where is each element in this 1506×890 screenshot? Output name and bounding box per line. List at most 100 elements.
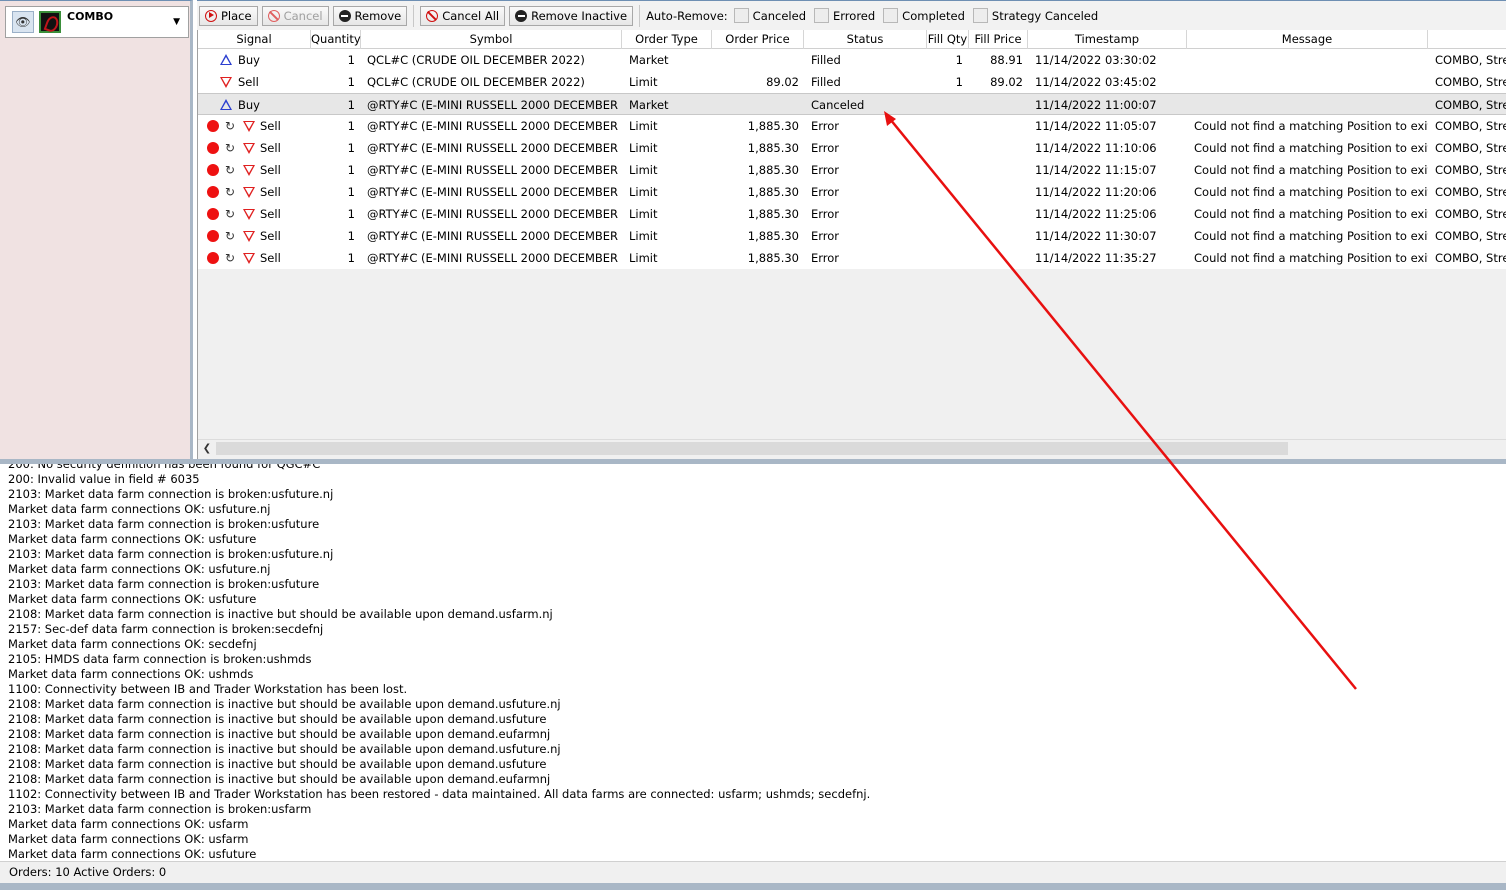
horizontal-scrollbar[interactable]: ❮ <box>198 439 1506 457</box>
cell-extra: COMBO, Strea <box>1435 119 1506 133</box>
cell-signal: Sell <box>260 207 281 221</box>
column-header[interactable]: Status <box>804 30 927 49</box>
cell-status: Error <box>811 119 840 133</box>
cell-order-type: Market <box>629 53 669 67</box>
sell-triangle-icon <box>243 231 255 242</box>
table-row[interactable]: ↻ Sell 1 @RTY#C (E-MINI RUSSELL 2000 DECEMB… <box>198 247 1506 269</box>
error-icon <box>207 164 219 176</box>
log-line: 200: Invalid value in field # 6035 <box>8 472 200 486</box>
cell-quantity: 1 <box>347 163 355 177</box>
sell-triangle-icon <box>243 143 255 154</box>
cancel-button[interactable]: Cancel <box>261 5 329 26</box>
cell-status: Error <box>811 207 840 221</box>
chevron-left-icon[interactable]: ❮ <box>200 441 214 456</box>
cell-quantity: 1 <box>347 53 355 67</box>
cell-extra: COMBO, Strea <box>1435 141 1506 155</box>
cell-fill-price <box>969 225 1028 247</box>
scrollbar-thumb[interactable] <box>216 442 1288 455</box>
table-row[interactable]: Buy 1 QCL#C (CRUDE OIL DECEMBER 2022) Marke… <box>198 49 1506 71</box>
cell-symbol: QCL#C (CRUDE OIL DECEMBER 2022) <box>367 75 585 89</box>
remove-button[interactable]: Remove <box>332 5 408 26</box>
auto-remove-strategy-canceled-checkbox[interactable]: Strategy Canceled <box>972 8 1098 23</box>
checkbox-box[interactable] <box>733 8 749 23</box>
grid-header: Signal Quantity Symbol Order Type Order Pric… <box>198 30 1506 49</box>
cell-order-type: Limit <box>629 75 658 89</box>
log-line: 2108: Market data farm connection is ina… <box>8 772 551 786</box>
cell-quantity: 1 <box>347 141 355 155</box>
minus-icon <box>338 9 351 22</box>
cell-order-type: Limit <box>629 229 658 243</box>
column-header[interactable]: Quantity <box>311 30 361 49</box>
cancel-icon <box>267 9 280 22</box>
cell-status: Error <box>811 163 840 177</box>
auto-remove-completed-checkbox[interactable]: Completed <box>883 8 965 23</box>
table-row[interactable]: Sell 1 QCL#C (CRUDE OIL DECEMBER 2022) Limi… <box>198 71 1506 93</box>
cell-quantity: 1 <box>347 98 355 112</box>
checkbox-label: Completed <box>902 8 965 23</box>
cell-symbol: @RTY#C (E-MINI RUSSELL 2000 DECEMBER 202 <box>367 207 622 221</box>
remove-inactive-button[interactable]: Remove Inactive <box>509 5 634 26</box>
column-header[interactable]: Fill Price <box>969 30 1028 49</box>
eye-icon[interactable]: 👁 <box>12 11 34 33</box>
error-icon <box>207 120 219 132</box>
strategy-panel: 👁 COMBO ▼ <box>0 0 193 461</box>
cell-order-type: Limit <box>629 119 658 133</box>
cell-status: Canceled <box>811 98 865 112</box>
cell-quantity: 1 <box>347 229 355 243</box>
table-row[interactable]: ↻ Sell 1 @RTY#C (E-MINI RUSSELL 2000 DECEMB… <box>198 137 1506 159</box>
log-line: Market data farm connections OK: usfutur… <box>8 847 257 861</box>
checkbox-box[interactable] <box>972 8 988 23</box>
place-button[interactable]: Place <box>199 5 258 26</box>
cell-fill-price: 88.91 <box>990 53 1023 67</box>
cell-fill-price <box>969 159 1028 181</box>
log-line: 2108: Market data farm connection is ina… <box>8 742 561 756</box>
column-header[interactable]: Order Price <box>712 30 804 49</box>
error-icon <box>207 230 219 242</box>
log-line: 2108: Market data farm connection is ina… <box>8 697 561 711</box>
table-row[interactable]: ↻ Sell 1 @RTY#C (E-MINI RUSSELL 2000 DECEMB… <box>198 159 1506 181</box>
table-row[interactable]: Buy 1 @RTY#C (E-MINI RUSSELL 2000 DECEMBER… <box>198 93 1506 115</box>
orders-toolbar: Place Cancel Remove Cancel All Remove In… <box>197 0 1506 30</box>
refresh-icon: ↻ <box>225 185 236 199</box>
column-header[interactable]: Order Type <box>622 30 712 49</box>
table-row[interactable]: ↻ Sell 1 @RTY#C (E-MINI RUSSELL 2000 DECEMB… <box>198 225 1506 247</box>
table-row[interactable]: ↻ Sell 1 @RTY#C (E-MINI RUSSELL 2000 DECEMB… <box>198 115 1506 137</box>
cell-quantity: 1 <box>347 251 355 265</box>
window-border <box>0 883 1506 890</box>
cell-fill-qty <box>927 137 969 159</box>
cell-symbol: @RTY#C (E-MINI RUSSELL 2000 DECEMBER 202 <box>367 141 622 155</box>
sell-triangle-icon <box>243 209 255 220</box>
log-line: Market data farm connections OK: secdefn… <box>8 637 257 651</box>
checkbox-box[interactable] <box>814 8 830 23</box>
refresh-icon: ↻ <box>225 251 236 265</box>
cell-fill-qty: 1 <box>955 75 963 89</box>
chevron-down-icon[interactable]: ▼ <box>173 17 180 27</box>
checkbox-box[interactable] <box>883 8 899 23</box>
table-row[interactable]: ↻ Sell 1 @RTY#C (E-MINI RUSSELL 2000 DECEMB… <box>198 181 1506 203</box>
grid-rows: Buy 1 QCL#C (CRUDE OIL DECEMBER 2022) Marke… <box>198 49 1506 269</box>
column-header[interactable]: Fill Qty <box>927 30 969 49</box>
cell-order-price <box>712 49 804 71</box>
column-header[interactable] <box>1428 30 1506 49</box>
cell-order-price: 1,885.30 <box>747 141 799 155</box>
cell-timestamp: 11/14/2022 11:30:07 <box>1035 229 1157 243</box>
message-log[interactable]: 200: No security definition has been fou… <box>0 464 1506 861</box>
column-header[interactable]: Timestamp <box>1028 30 1187 49</box>
cell-fill-price <box>969 94 1028 116</box>
buy-triangle-icon <box>220 54 232 65</box>
cell-fill-qty <box>927 94 969 116</box>
auto-remove-canceled-checkbox[interactable]: Canceled <box>733 8 806 23</box>
auto-remove-errored-checkbox[interactable]: Errored <box>814 8 875 23</box>
log-line: 2108: Market data farm connection is ina… <box>8 757 547 771</box>
strategy-selector[interactable]: 👁 COMBO ▼ <box>5 6 189 38</box>
cancel-all-button[interactable]: Cancel All <box>420 5 506 26</box>
cell-fill-qty: 1 <box>955 53 963 67</box>
column-header[interactable]: Signal <box>198 30 311 49</box>
cell-fill-qty <box>927 115 969 137</box>
cell-fill-price: 89.02 <box>990 75 1023 89</box>
cell-timestamp: 11/14/2022 11:05:07 <box>1035 119 1157 133</box>
cell-signal: Sell <box>260 251 281 265</box>
column-header[interactable]: Message <box>1187 30 1428 49</box>
column-header[interactable]: Symbol <box>361 30 622 49</box>
table-row[interactable]: ↻ Sell 1 @RTY#C (E-MINI RUSSELL 2000 DECEMB… <box>198 203 1506 225</box>
